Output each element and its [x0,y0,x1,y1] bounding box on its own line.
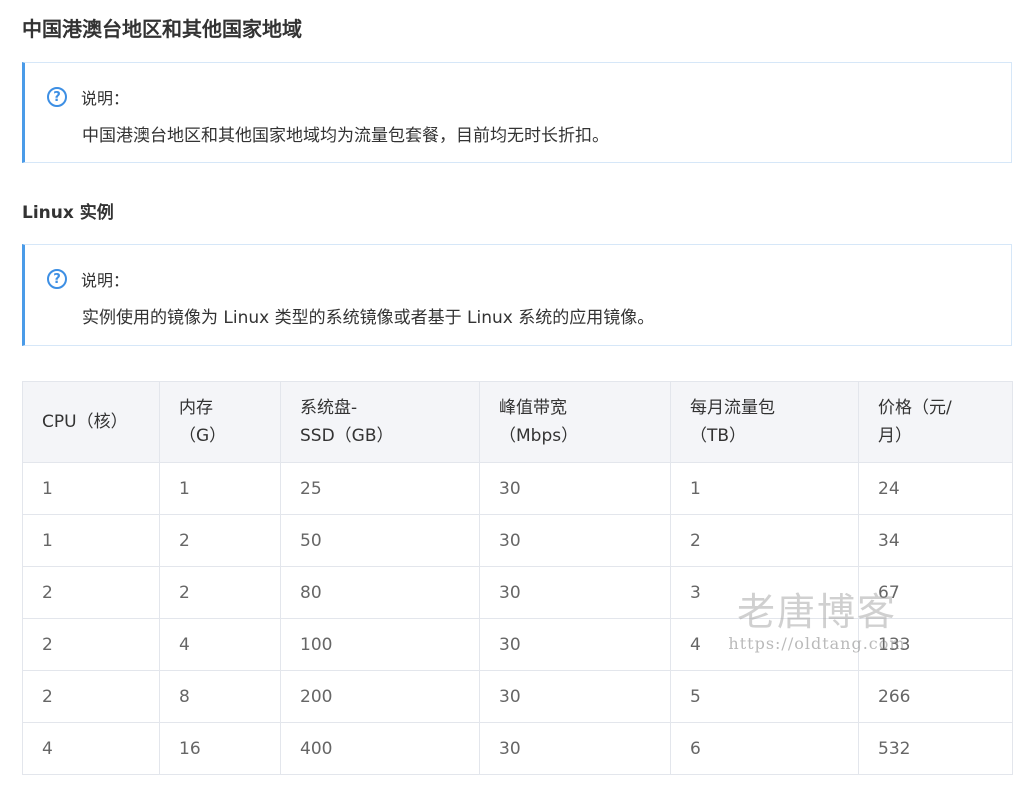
note-text: 实例使用的镜像为 Linux 类型的系统镜像或者基于 Linux 系统的应用镜像… [82,308,655,328]
cell-bandwidth: 30 [479,514,671,567]
header-text: 每月流量包 [690,398,775,418]
cell-disk: 400 [280,722,480,775]
table-row: 1 1 25 30 1 24 [22,462,1013,515]
header-cpu: CPU（核） [22,381,160,463]
cell-traffic: 2 [670,514,859,567]
header-unit: 月） [878,426,912,446]
cell-disk: 80 [280,566,480,619]
cell-bandwidth: 30 [479,462,671,515]
cell-cpu: 1 [22,514,160,567]
cell-memory: 8 [159,670,281,723]
cell-bandwidth: 30 [479,618,671,671]
info-note-linux: ? 说明： 实例使用的镜像为 Linux 类型的系统镜像或者基于 Linux 系… [22,244,1012,346]
header-price: 价格（元/月） [858,381,1013,463]
header-unit: SSD（GB） [300,426,394,446]
cell-bandwidth: 30 [479,670,671,723]
header-unit: （G） [179,426,227,446]
note-text: 中国港澳台地区和其他国家地域均为流量包套餐，目前均无时长折扣。 [82,126,609,146]
cell-price: 133 [858,618,1013,671]
cell-disk: 200 [280,670,480,723]
cell-price: 24 [858,462,1013,515]
cell-traffic: 6 [670,722,859,775]
table-row: 4 16 400 30 6 532 [22,722,1013,775]
cell-traffic: 5 [670,670,859,723]
note-header: ? 说明： [47,267,129,291]
header-unit: （Mbps） [499,426,579,446]
cell-price: 266 [858,670,1013,723]
cell-memory: 2 [159,514,281,567]
note-label: 说明： [81,89,130,108]
cell-disk: 100 [280,618,480,671]
cell-cpu: 1 [22,462,160,515]
cell-traffic: 4 [670,618,859,671]
header-text: 内存 [179,398,213,418]
cell-disk: 25 [280,462,480,515]
cell-traffic: 3 [670,566,859,619]
table-row: 2 2 80 30 3 67 [22,566,1013,619]
header-text: 价格（元/ [878,398,952,418]
cell-price: 67 [858,566,1013,619]
header-text: 峰值带宽 [499,398,567,418]
header-traffic: 每月流量包 （TB） [670,381,859,463]
cell-cpu: 2 [22,618,160,671]
page-title: 中国港澳台地区和其他国家地域 [22,17,302,41]
table-row: 2 8 200 30 5 266 [22,670,1013,723]
cell-cpu: 2 [22,670,160,723]
cell-traffic: 1 [670,462,859,515]
question-circle-icon: ? [47,269,67,289]
cell-memory: 4 [159,618,281,671]
cell-memory: 2 [159,566,281,619]
header-memory: 内存 （G） [159,381,281,463]
cell-cpu: 4 [22,722,160,775]
info-note-region: ? 说明： 中国港澳台地区和其他国家地域均为流量包套餐，目前均无时长折扣。 [22,62,1012,163]
note-label: 说明： [81,271,130,290]
cell-price: 532 [858,722,1013,775]
cell-cpu: 2 [22,566,160,619]
note-header: ? 说明： [47,85,129,109]
header-unit: （TB） [690,426,747,446]
header-bandwidth: 峰值带宽 （Mbps） [479,381,671,463]
cell-bandwidth: 30 [479,566,671,619]
cell-disk: 50 [280,514,480,567]
cell-bandwidth: 30 [479,722,671,775]
header-text: 系统盘- [300,398,358,418]
cell-memory: 1 [159,462,281,515]
header-text: CPU（核） [42,412,128,432]
pricing-table: CPU（核） 内存 （G） 系统盘- SSD（GB） 峰值带宽 （Mbps） 每月流量… [22,381,1013,775]
table-header-row: CPU（核） 内存 （G） 系统盘- SSD（GB） 峰值带宽 （Mbps） 每月流量… [22,381,1013,463]
section-title-linux: Linux 实例 [22,203,114,223]
header-disk: 系统盘- SSD（GB） [280,381,480,463]
cell-price: 34 [858,514,1013,567]
question-circle-icon: ? [47,87,67,107]
cell-memory: 16 [159,722,281,775]
table-row: 1 2 50 30 2 34 [22,514,1013,567]
table-row: 2 4 100 30 4 133 [22,618,1013,671]
